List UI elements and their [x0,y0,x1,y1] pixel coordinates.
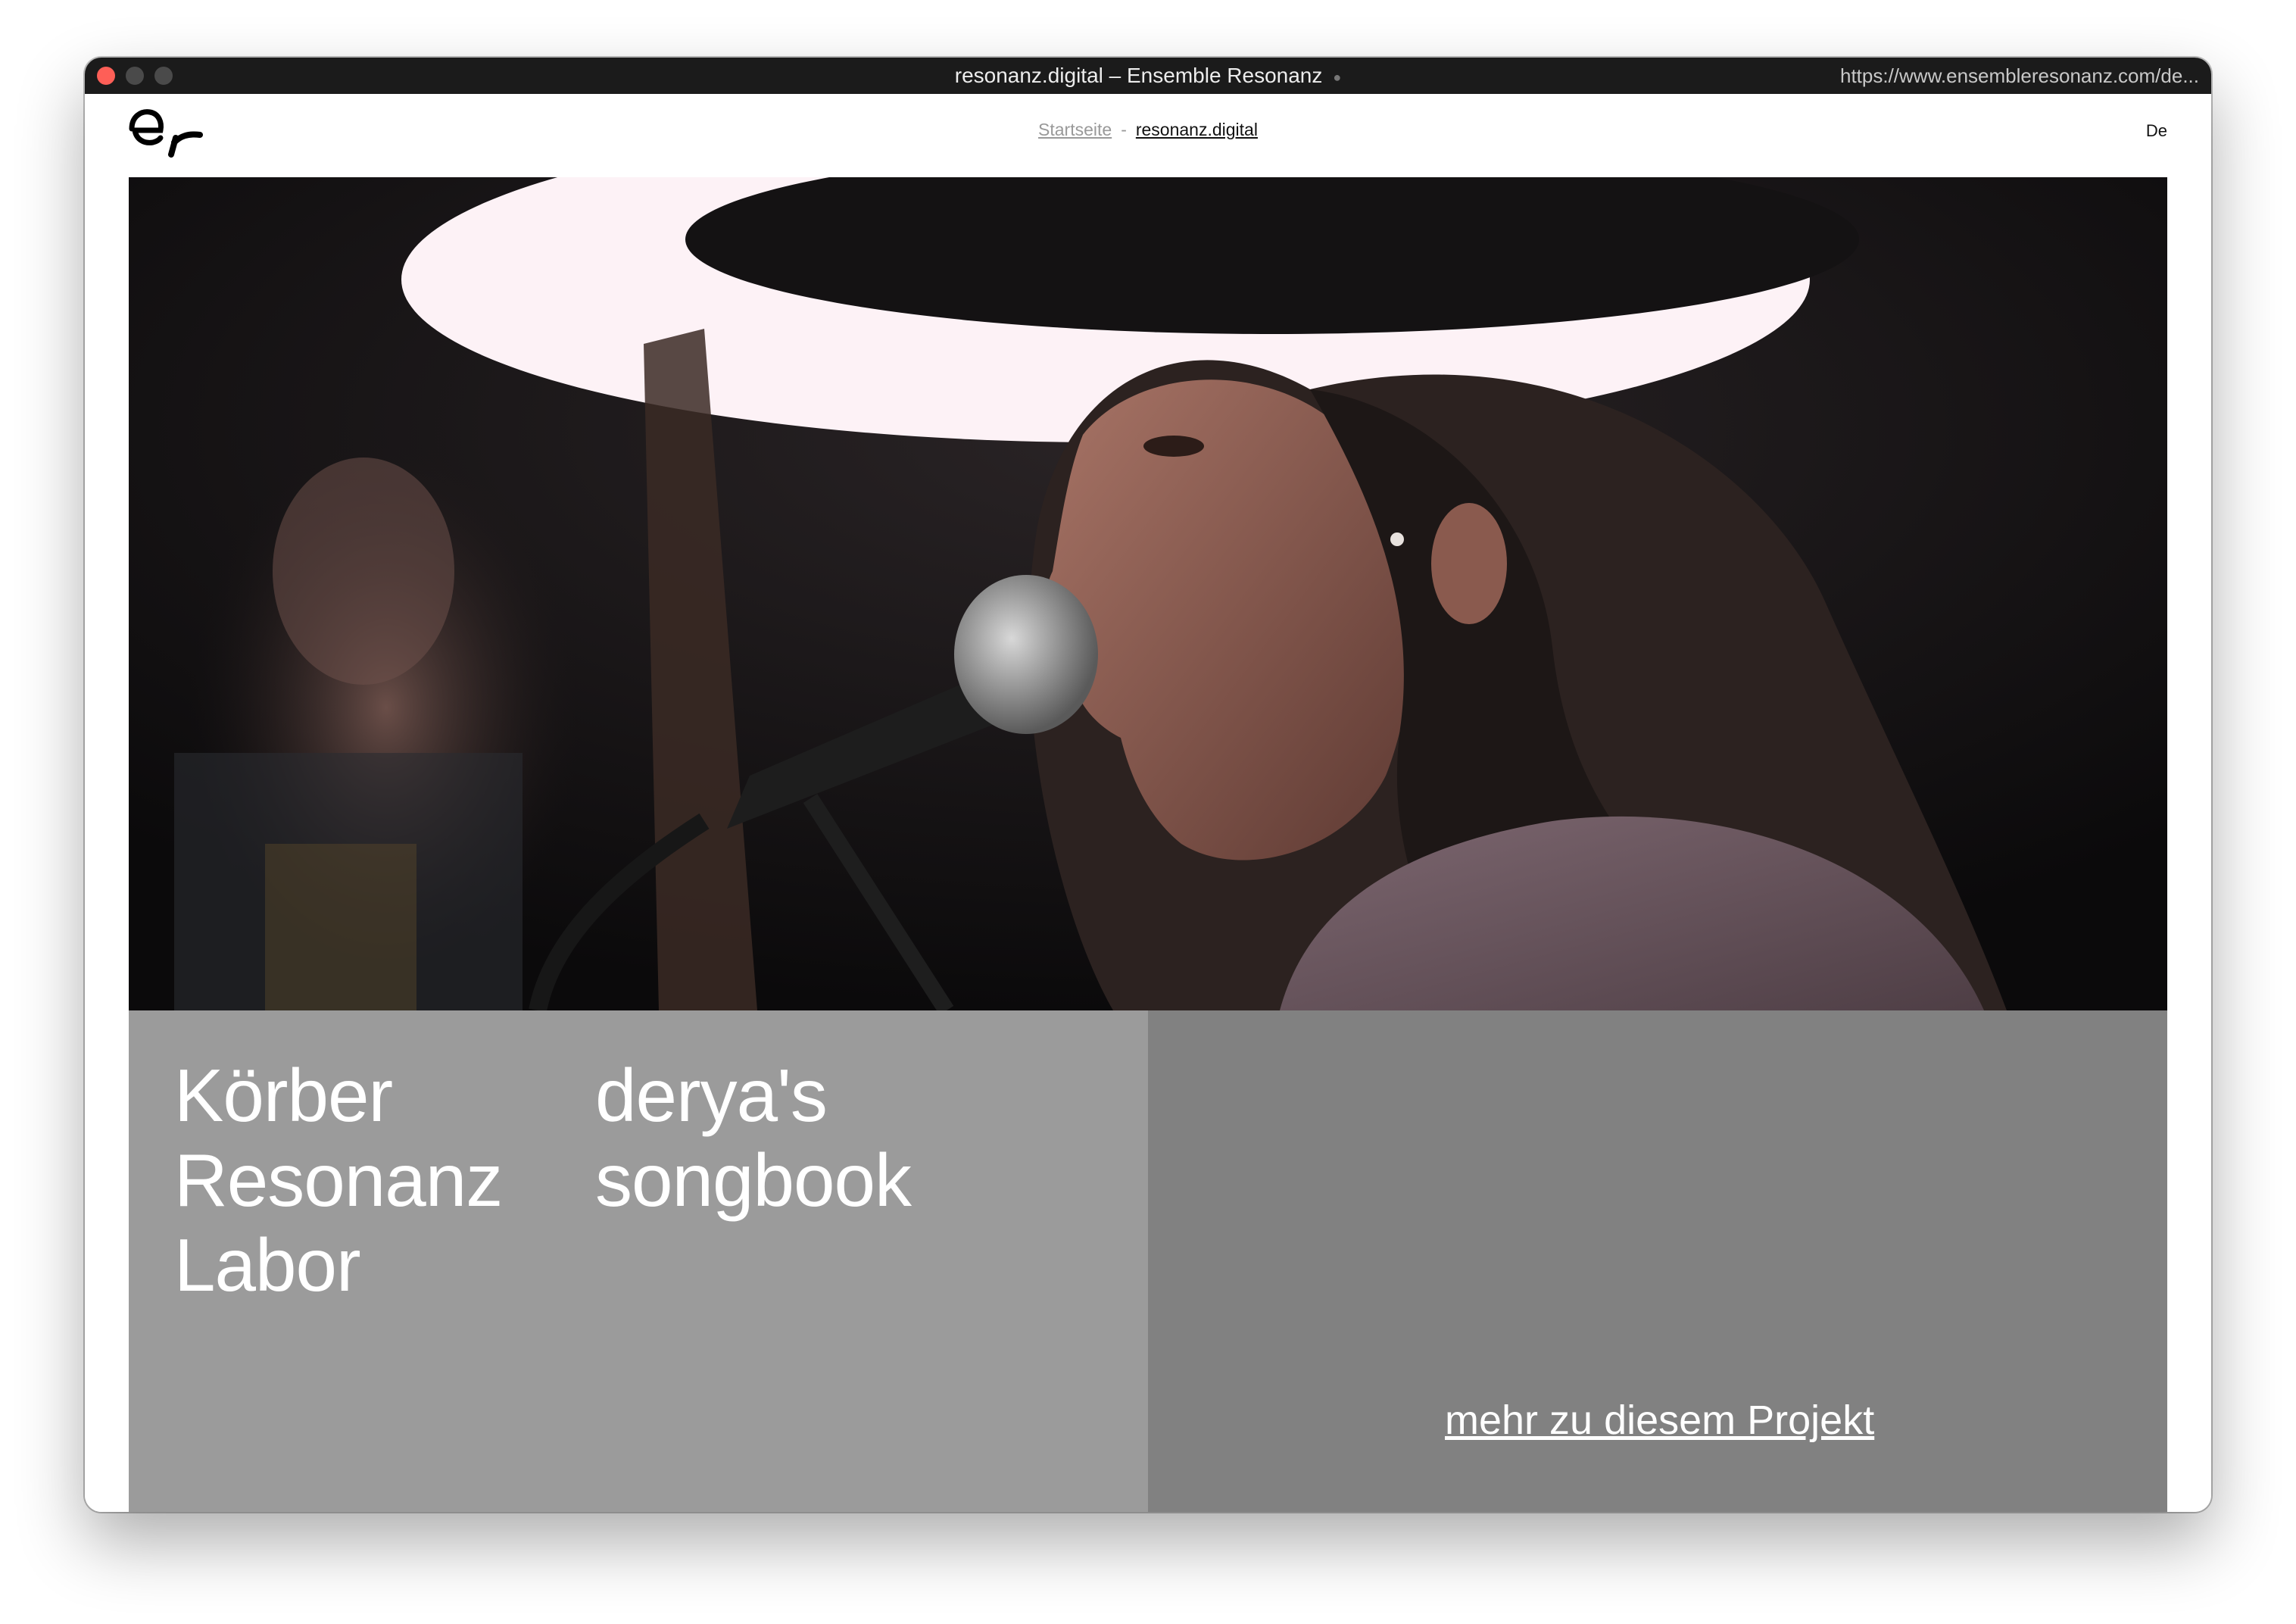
breadcrumb: Startseite - resonanz.digital [85,120,2211,140]
more-about-project-link[interactable]: mehr zu diesem Projekt [1445,1397,1874,1444]
title-line: Labor [174,1223,361,1307]
title-line: derya's [595,1054,828,1137]
dot-icon: ● [1333,69,1342,85]
project-title-panel: Körber Resonanz Labor derya's songbook [129,1010,1148,1512]
browser-window: resonanz.digital – Ensemble Resonanz ● ht… [85,58,2211,1512]
page: Startseite - resonanz.digital De Körber … [85,94,2211,1512]
window-titlebar: resonanz.digital – Ensemble Resonanz ● ht… [85,58,2211,94]
title-line: Körber [174,1054,393,1137]
title-line: Resonanz [174,1138,503,1222]
breadcrumb-separator: - [1121,120,1127,139]
breadcrumb-home-link[interactable]: Startseite [1038,120,1112,139]
hero-photo [129,177,2167,1010]
breadcrumb-current-link[interactable]: resonanz.digital [1136,120,1258,139]
project-link-panel: mehr zu diesem Projekt [1148,1010,2167,1512]
title-line: songbook [595,1138,912,1222]
singer-photo-illustration [129,177,2167,1010]
window-url[interactable]: https://www.ensembleresonanz.com/de... [1840,58,2199,94]
window-title-text: resonanz.digital – Ensemble Resonanz [954,64,1323,87]
project-title-column-a: Körber Resonanz Labor [174,1053,503,1307]
project-title-column-b: derya's songbook [595,1053,912,1223]
language-switch[interactable]: De [2146,121,2167,141]
